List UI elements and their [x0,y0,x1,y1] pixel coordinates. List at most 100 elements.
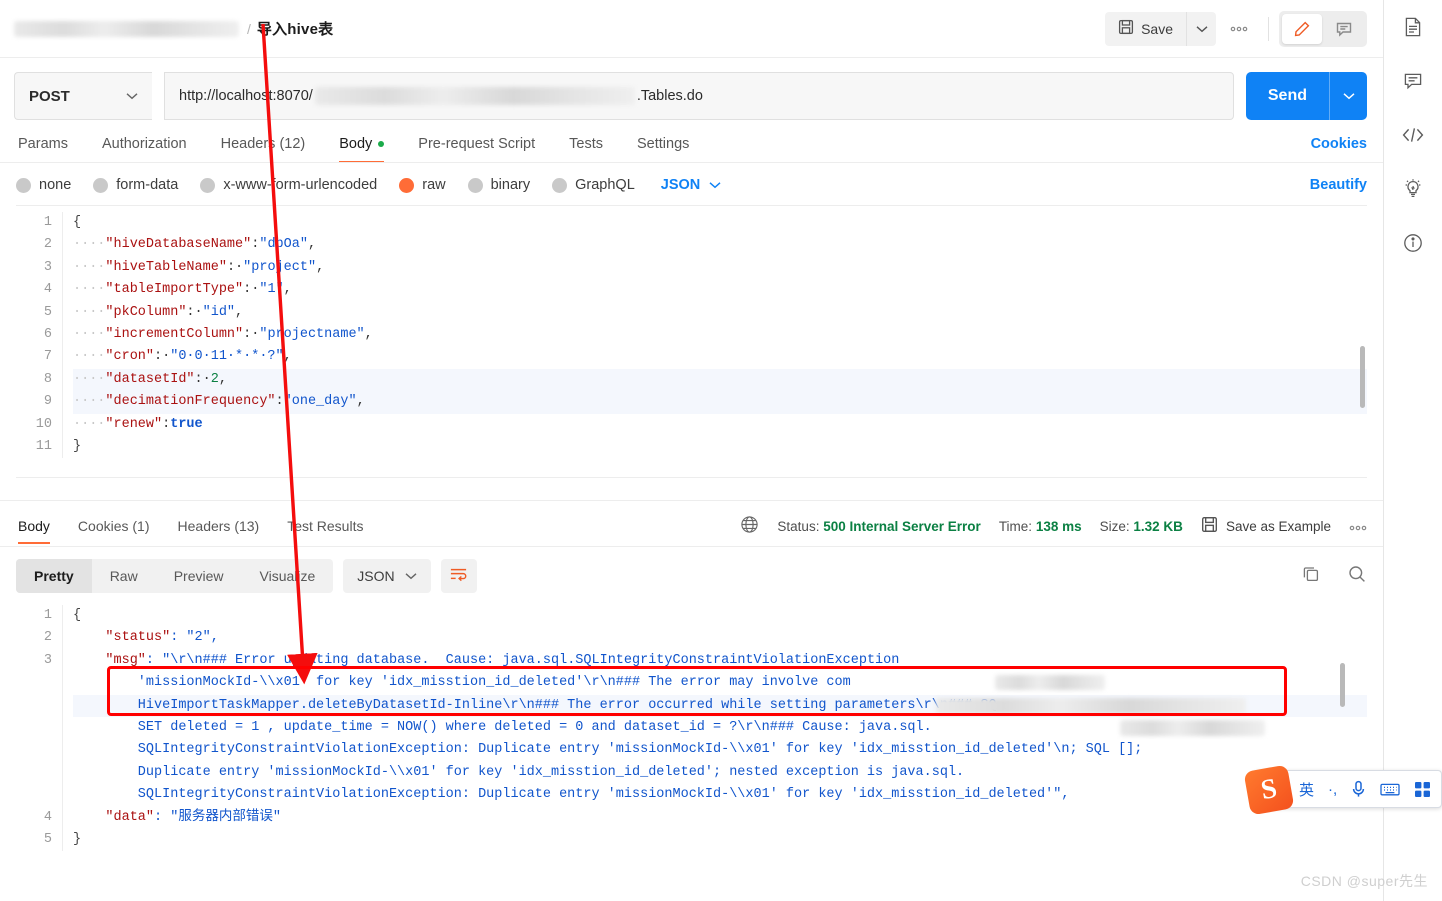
response-time: Time: 138 ms [999,519,1082,534]
time-value: 138 ms [1035,518,1082,534]
request-url-row: POST http://localhost:8070/ .Tables.do S… [0,58,1383,120]
ime-keyboard-button[interactable] [1380,782,1400,797]
line-number: 2 [43,630,52,646]
code-token: , [218,371,227,387]
code-line[interactable]: Duplicate entry 'missionMockId-\\x01' fo… [73,762,1367,784]
body-type-binary[interactable]: binary [467,177,530,193]
cookies-link[interactable]: Cookies [1311,136,1367,163]
code-line[interactable]: SQLIntegrityConstraintViolationException… [73,784,1367,806]
view-mode-pretty[interactable]: Pretty [16,559,92,593]
code-token: , [316,259,325,275]
tab-settings[interactable]: Settings [620,136,706,163]
lightbulb-icon[interactable] [1400,176,1426,202]
ime-punctuation-mode[interactable]: ·, [1328,781,1337,798]
code-line[interactable]: ····"hiveDatabaseName":"dbOa", [73,234,1367,256]
search-button[interactable] [1347,564,1367,589]
line-number: 9 [43,394,52,410]
save-button-label: Save [1141,20,1173,37]
tab-tests-label: Tests [569,136,603,152]
comment-mode-button[interactable] [1324,14,1364,44]
body-type-form-data[interactable]: form-data [93,177,178,193]
code-line[interactable]: "msg": "\r\n### Error updating database.… [73,650,1367,672]
line-number: 11 [35,438,52,454]
ime-apps-button[interactable] [1414,781,1431,798]
code-token: , [283,349,292,365]
header-more-button[interactable] [1220,12,1258,46]
code-line[interactable]: ····"pkColumn":·"id", [73,302,1367,324]
code-line[interactable]: ····"cron":·"0·0·11·*·*·?", [73,346,1367,368]
tab-body[interactable]: Body [322,136,401,163]
view-mode-preview[interactable]: Preview [156,559,242,593]
response-tab-cookies[interactable]: Cookies (1) [64,518,164,544]
code-token: :· [154,349,171,365]
view-mode-visualize[interactable]: Visualize [242,559,334,593]
code-line[interactable]: "data": "服务器内部错误" [73,807,1367,829]
request-editor-code[interactable]: {····"hiveDatabaseName":"dbOa", ····"hive… [62,212,1367,459]
watermark: CSDN @super先生 [1300,873,1428,889]
edit-mode-button[interactable] [1282,13,1322,44]
request-url-input[interactable]: http://localhost:8070/ .Tables.do [164,72,1234,120]
body-type-none[interactable]: none [16,177,71,193]
body-type-raw[interactable]: raw [399,177,446,193]
tab-pre-request-script[interactable]: Pre-request Script [401,136,552,163]
request-body-editor[interactable]: 1 2 3 4 5 6 7 8 9 10 11 {····"hiveDatabaseName":"d… [16,205,1367,478]
comment-icon[interactable] [1400,68,1426,94]
body-type-raw-label: raw [422,177,446,193]
response-viewer-scrollbar[interactable] [1340,663,1345,707]
body-type-graphql[interactable]: GraphQL [552,177,635,193]
sogou-logo-icon[interactable]: S [1243,764,1295,816]
code-token: "0·0·11·*·*·?" [170,349,284,365]
tab-params[interactable]: Params [16,136,85,163]
code-line[interactable]: ····"incrementColumn":·"projectname", [73,324,1367,346]
radio-icon [467,177,483,193]
save-as-example-button[interactable]: Save as Example [1201,516,1331,536]
code-token: "1" [259,282,284,298]
beautify-button[interactable]: Beautify [1310,177,1367,193]
code-line[interactable]: ····"datasetId":·2, [73,368,1367,392]
response-tab-body[interactable]: Body [16,518,64,544]
documentation-icon[interactable] [1400,14,1426,40]
tab-headers[interactable]: Headers (12) [204,136,323,163]
body-type-urlencoded[interactable]: x-www-form-urlencoded [200,177,377,193]
info-icon[interactable] [1400,230,1426,256]
ime-language-mode[interactable]: 英 [1299,779,1314,800]
code-line[interactable]: ····"hiveTableName":·"project", [73,257,1367,279]
send-button[interactable]: Send [1246,72,1329,120]
tab-tests[interactable]: Tests [552,136,620,163]
code-token: Duplicate entry 'missionMockId-\\x01' fo… [73,764,965,780]
wrap-text-button[interactable] [440,559,477,593]
line-number: 5 [43,831,52,847]
request-editor-scrollbar[interactable] [1360,346,1365,408]
code-line[interactable]: "status": "2", [73,627,1367,649]
tab-authorization[interactable]: Authorization [85,136,204,163]
code-line[interactable]: ····"renew":true [73,414,1367,436]
code-line[interactable]: 'missionMockId-\\x01' for key 'idx_misst… [73,672,1367,694]
search-icon [1349,565,1365,582]
code-icon[interactable] [1400,122,1426,148]
line-number: 10 [35,416,52,432]
code-line[interactable]: ····"tableImportType":·"1", [73,279,1367,301]
code-token: ···· [73,237,106,253]
view-mode-raw[interactable]: Raw [92,559,156,593]
body-format-select[interactable]: JSON [661,177,722,193]
response-tab-test-results[interactable]: Test Results [273,518,377,544]
code-line[interactable]: { [73,212,1367,234]
code-line[interactable]: ····"decimationFrequency":"one_day", [73,391,1367,414]
code-token: ···· [73,282,106,298]
code-line[interactable]: } [73,829,1367,851]
send-dropdown-caret[interactable] [1329,72,1367,120]
http-method-select[interactable]: POST [14,72,152,120]
save-button[interactable]: Save [1105,12,1186,46]
code-line[interactable]: { [73,605,1367,627]
copy-button[interactable] [1301,564,1321,589]
code-line[interactable]: } [73,436,1367,458]
code-token: SQLIntegrityConstraintViolationException… [73,787,1070,803]
code-line[interactable]: SQLIntegrityConstraintViolationException… [73,739,1367,761]
response-format-select[interactable]: JSON [343,559,431,593]
radio-selected-icon [399,177,415,193]
save-dropdown-caret[interactable] [1186,11,1216,46]
ime-microphone-button[interactable] [1351,780,1366,798]
response-more-button[interactable] [1349,519,1367,534]
response-tab-headers-label: Headers (13) [177,518,260,534]
response-tab-headers[interactable]: Headers (13) [164,518,274,544]
